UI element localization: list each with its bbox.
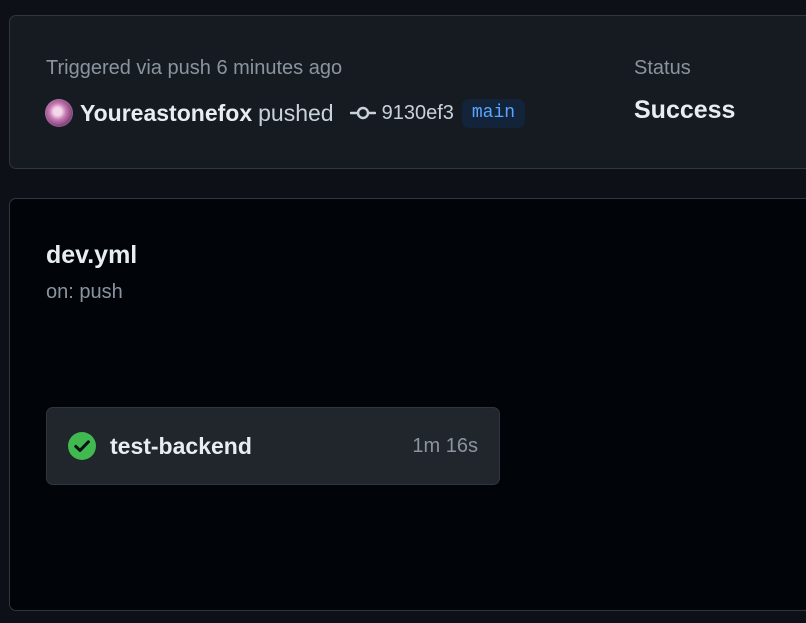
- triggered-text: Triggered via push 6 minutes ago: [46, 57, 343, 79]
- workflow-file-name: dev.yml: [46, 241, 138, 269]
- job-card-test-backend[interactable]: test-backend 1m 16s: [46, 407, 500, 485]
- job-name: test-backend: [110, 432, 252, 459]
- workflow-graph-card: dev.yml on: push test-backend 1m 16s: [9, 198, 806, 611]
- check-circle-fill-icon: [68, 432, 96, 460]
- git-commit-icon: [349, 106, 376, 120]
- job-duration: 1m 16s: [412, 434, 478, 457]
- run-summary-card: Triggered via push 6 minutes ago Youreas…: [9, 15, 806, 169]
- workflow-trigger: on: push: [46, 281, 123, 303]
- workflow-run-page: Triggered via push 6 minutes ago Youreas…: [0, 0, 806, 623]
- commit-sha-link[interactable]: 9130ef3: [382, 102, 454, 125]
- status-value: Success: [634, 96, 736, 124]
- actor-action: pushed: [258, 99, 334, 126]
- branch-badge[interactable]: main: [461, 98, 526, 128]
- push-info: Youreastonefox pushed 9130ef3 main: [45, 97, 526, 129]
- avatar[interactable]: [45, 99, 73, 127]
- actor-name-link[interactable]: Youreastonefox: [80, 100, 252, 127]
- status-label: Status: [634, 57, 691, 79]
